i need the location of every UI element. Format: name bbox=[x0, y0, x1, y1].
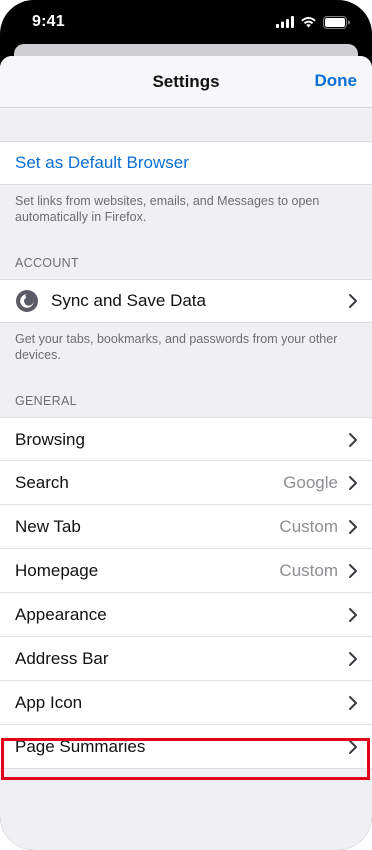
account-section-header: ACCOUNT bbox=[15, 256, 79, 270]
status-bar: 9:41 bbox=[0, 0, 372, 44]
phone-frame: 9:41 Settings Done Set as Default Browse… bbox=[0, 0, 372, 850]
setting-row-search[interactable]: Search Google bbox=[0, 461, 372, 505]
chevron-right-icon bbox=[349, 476, 357, 490]
sync-label: Sync and Save Data bbox=[51, 291, 206, 310]
cellular-signal-icon bbox=[276, 16, 294, 28]
setting-value: Custom bbox=[279, 561, 338, 580]
default-browser-label: Set as Default Browser bbox=[15, 153, 189, 172]
battery-icon bbox=[323, 15, 350, 29]
setting-row-app-icon[interactable]: App Icon bbox=[0, 681, 372, 725]
status-time: 9:41 bbox=[32, 13, 65, 30]
sync-cell[interactable]: Sync and Save Data bbox=[0, 279, 372, 323]
setting-value: Custom bbox=[279, 517, 338, 536]
default-browser-cell[interactable]: Set as Default Browser bbox=[0, 141, 372, 185]
chevron-right-icon bbox=[349, 564, 357, 578]
chevron-right-icon bbox=[349, 432, 357, 447]
setting-label: Page Summaries bbox=[15, 736, 146, 756]
setting-label: Browsing bbox=[15, 429, 85, 449]
page-title: Settings bbox=[152, 71, 220, 91]
setting-label: App Icon bbox=[15, 693, 83, 712]
account-footer: Get your tabs, bookmarks, and passwords … bbox=[15, 332, 338, 362]
setting-label: Appearance bbox=[15, 605, 107, 624]
firefox-account-icon bbox=[16, 290, 38, 312]
setting-row-address-bar[interactable]: Address Bar bbox=[0, 637, 372, 681]
setting-label: Homepage bbox=[15, 561, 99, 580]
chevron-right-icon bbox=[349, 608, 357, 622]
default-browser-footer: Set links from websites, emails, and Mes… bbox=[15, 194, 320, 224]
general-section-header: GENERAL bbox=[15, 394, 77, 408]
setting-row-appearance[interactable]: Appearance bbox=[0, 593, 372, 637]
navigation-bar: Settings Done bbox=[0, 56, 372, 108]
chevron-right-icon bbox=[349, 520, 357, 534]
chevron-right-icon bbox=[349, 652, 357, 666]
settings-sheet: Settings Done Set as Default Browser Set… bbox=[0, 56, 372, 850]
done-button[interactable]: Done bbox=[315, 71, 358, 91]
setting-row-page-summaries[interactable]: Page Summaries bbox=[0, 725, 372, 769]
setting-label: Address Bar bbox=[15, 649, 109, 668]
setting-value: Google bbox=[283, 473, 338, 492]
chevron-right-icon bbox=[349, 739, 357, 754]
setting-row-homepage[interactable]: Homepage Custom bbox=[0, 549, 372, 593]
chevron-right-icon bbox=[349, 696, 357, 710]
status-icons bbox=[276, 15, 350, 29]
setting-row-browsing[interactable]: Browsing bbox=[0, 417, 372, 461]
setting-label: Search bbox=[15, 473, 69, 492]
chevron-right-icon bbox=[349, 294, 357, 308]
wifi-icon bbox=[301, 17, 316, 28]
setting-row-new-tab[interactable]: New Tab Custom bbox=[0, 505, 372, 549]
setting-label: New Tab bbox=[15, 517, 81, 536]
